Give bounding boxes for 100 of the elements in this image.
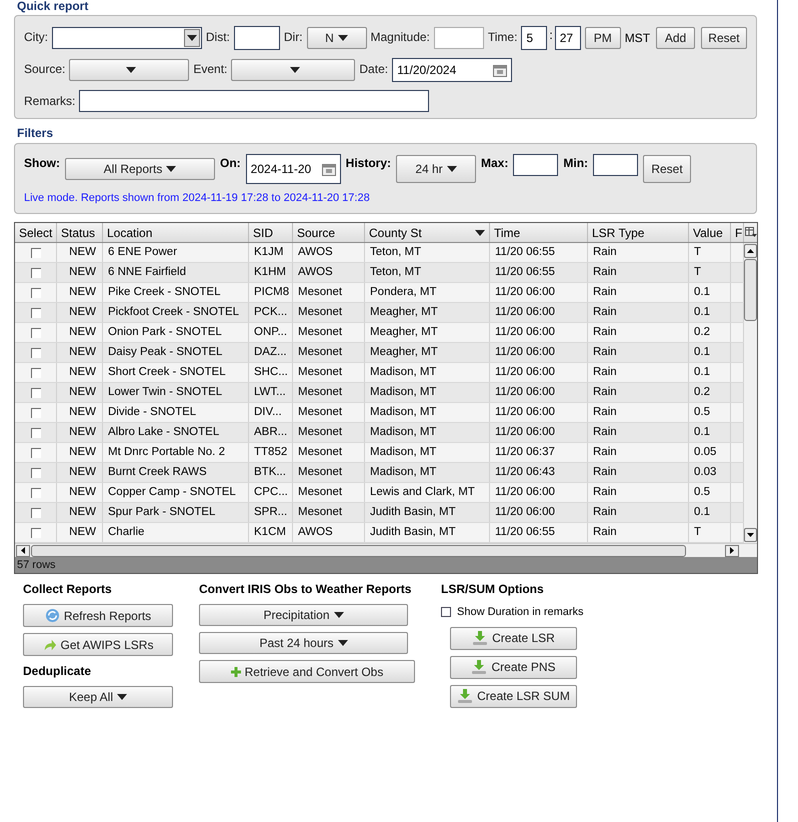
row-checkbox[interactable] bbox=[30, 268, 40, 278]
table-cell-text: T bbox=[694, 244, 702, 260]
dist-field[interactable] bbox=[234, 26, 280, 50]
table-row[interactable]: NEW Charlie K1CM AWOS Judith Basin, MT 11/20 06:55 Rain T bbox=[15, 523, 744, 543]
table-cell-text: Rain bbox=[593, 444, 617, 460]
add-button[interactable]: Add bbox=[656, 27, 695, 49]
date-field[interactable]: 2024-11-20 bbox=[246, 154, 341, 184]
magnitude-field[interactable] bbox=[434, 27, 484, 49]
create-button[interactable]: Create LSR bbox=[450, 626, 577, 650]
column-header[interactable]: Time bbox=[490, 223, 588, 242]
table-cell-text: 11/20 06:00 bbox=[495, 484, 555, 500]
reset-button[interactable]: Reset bbox=[701, 27, 747, 49]
table-row[interactable]: NEW Burnt Creek RAWS BTK... Mesonet Madison, MT 11/20 06:43 Rain 0.03 bbox=[15, 463, 744, 483]
ampm-button[interactable]: PM bbox=[584, 27, 621, 49]
row-checkbox[interactable] bbox=[30, 288, 40, 298]
city-combobox[interactable] bbox=[52, 27, 202, 49]
row-checkbox[interactable] bbox=[30, 308, 40, 318]
field-label: Magnitude: bbox=[370, 29, 430, 46]
create-button[interactable]: Create LSR SUM bbox=[450, 684, 577, 708]
field-label: City: bbox=[24, 29, 48, 46]
row-checkbox[interactable] bbox=[30, 428, 40, 438]
row-checkbox[interactable] bbox=[30, 348, 40, 358]
horizontal-scrollbar[interactable] bbox=[15, 543, 757, 557]
row-checkbox[interactable] bbox=[30, 448, 40, 458]
column-header[interactable]: F bbox=[731, 223, 744, 242]
row-checkbox[interactable] bbox=[30, 508, 40, 518]
row-checkbox[interactable] bbox=[30, 468, 40, 478]
table-cell-text: 0.1 bbox=[694, 424, 710, 440]
column-header[interactable]: LSR Type bbox=[588, 223, 689, 242]
scroll-up-icon[interactable] bbox=[747, 249, 754, 253]
table-cell-text: 11/20 06:00 bbox=[495, 284, 555, 300]
table-row[interactable]: NEW 6 NNE Fairfield K1HM AWOS Teton, MT 11/20 06:55 Rain T bbox=[15, 263, 744, 283]
vertical-scrollbar[interactable] bbox=[744, 243, 757, 543]
table-row[interactable]: NEW Pike Creek - SNOTEL PICM8 Mesonet Pondera, MT 11/20 06:00 Rain 0.1 bbox=[15, 283, 744, 303]
table-cell-text: Divide - SNOTEL bbox=[108, 404, 196, 420]
column-header[interactable]: Status bbox=[57, 223, 103, 242]
refresh-reports-button[interactable]: Refresh Reports bbox=[23, 604, 173, 627]
scroll-right-icon[interactable] bbox=[730, 547, 734, 554]
table-cell-text: 11/20 06:00 bbox=[495, 364, 555, 380]
table-row[interactable]: NEW Short Creek - SNOTEL SHC... Mesonet Madison, MT 11/20 06:00 Rain 0.1 bbox=[15, 363, 744, 383]
deduplicate-dropdown[interactable]: Keep All bbox=[23, 686, 173, 708]
get-awips-lsrs-button[interactable]: Get AWIPS LSRs bbox=[23, 633, 173, 656]
columns-menu-icon[interactable] bbox=[744, 227, 756, 238]
dropdown-button[interactable] bbox=[184, 29, 200, 47]
min-field[interactable] bbox=[593, 154, 638, 176]
table-row[interactable]: NEW Daisy Peak - SNOTEL DAZ... Mesonet Meagher, MT 11/20 06:00 Rain 0.1 bbox=[15, 343, 744, 363]
scrollbar-thumb[interactable] bbox=[31, 544, 686, 556]
field-label: History: bbox=[346, 155, 392, 172]
table-cell-text: DAZ... bbox=[254, 344, 287, 360]
table-row[interactable]: NEW Copper Camp - SNOTEL CPC... Mesonet Lewis and Clark, MT 11/20 06:00 Rain 0.5 bbox=[15, 483, 744, 503]
table-row[interactable]: NEW Pickfoot Creek - SNOTEL PCK... Mesonet Meagher, MT 11/20 06:00 Rain 0.1 bbox=[15, 303, 744, 323]
table-row[interactable]: NEW Albro Lake - SNOTEL ABR... Mesonet Madison, MT 11/20 06:00 Rain 0.1 bbox=[15, 423, 744, 443]
source-dropdown[interactable] bbox=[69, 59, 190, 81]
column-header[interactable]: County St bbox=[365, 223, 490, 242]
row-checkbox[interactable] bbox=[30, 388, 40, 398]
scrollbar-thumb[interactable] bbox=[744, 259, 757, 321]
table-cell-text: Daisy Peak - SNOTEL bbox=[108, 344, 222, 360]
history-dropdown[interactable]: 24 hr bbox=[396, 155, 476, 183]
table-row[interactable]: NEW Onion Park - SNOTEL ONP... Mesonet Meagher, MT 11/20 06:00 Rain 0.2 bbox=[15, 323, 744, 343]
checkbox[interactable] bbox=[441, 607, 451, 618]
table-row[interactable]: NEW Lower Twin - SNOTEL LWT... Mesonet Madison, MT 11/20 06:00 Rain 0.2 bbox=[15, 383, 744, 403]
table-row[interactable]: NEW Divide - SNOTEL DIV... Mesonet Madison, MT 11/20 06:00 Rain 0.5 bbox=[15, 403, 744, 423]
table-cell-text: 11/20 06:00 bbox=[495, 424, 555, 440]
reset-button[interactable]: Reset bbox=[643, 155, 692, 183]
scroll-down-icon[interactable] bbox=[747, 533, 754, 537]
row-checkbox[interactable] bbox=[30, 528, 40, 538]
hour-field[interactable]: 5 bbox=[521, 26, 548, 50]
remarks-field[interactable] bbox=[79, 90, 430, 112]
column-header[interactable]: Location bbox=[103, 223, 249, 242]
date-field[interactable]: 11/20/2024 bbox=[392, 58, 512, 82]
field-label: Remarks: bbox=[24, 93, 76, 110]
table-cell-text: AWOS bbox=[298, 524, 333, 540]
table-cell-text: NEW bbox=[69, 464, 96, 480]
minute-field[interactable]: 27 bbox=[554, 26, 581, 50]
period-dropdown[interactable]: Past 24 hours bbox=[199, 632, 408, 654]
table-row[interactable]: NEW Mt Dnrc Portable No. 2 TT852 Mesonet Madison, MT 11/20 06:37 Rain 0.05 bbox=[15, 443, 744, 463]
table-row[interactable]: NEW 6 ENE Power K1JM AWOS Teton, MT 11/20 06:55 Rain T bbox=[15, 243, 744, 263]
column-header[interactable]: Source bbox=[293, 223, 365, 242]
direction-dropdown[interactable]: N bbox=[306, 27, 366, 49]
show-dropdown[interactable]: All Reports bbox=[65, 158, 215, 180]
scroll-left-icon[interactable] bbox=[21, 547, 25, 554]
column-header[interactable]: SID bbox=[249, 223, 293, 242]
retrieve-convert-button[interactable]: Retrieve and Convert Obs bbox=[199, 660, 415, 683]
column-header[interactable]: Select bbox=[15, 223, 57, 242]
row-checkbox[interactable] bbox=[30, 248, 40, 258]
table-row[interactable]: NEW Spur Park - SNOTEL SPR... Mesonet Judith Basin, MT 11/20 06:00 Rain 0.1 bbox=[15, 503, 744, 523]
max-field[interactable] bbox=[513, 154, 558, 176]
event-dropdown[interactable] bbox=[231, 59, 356, 81]
row-checkbox[interactable] bbox=[30, 408, 40, 418]
table-cell-text: 0.1 bbox=[694, 504, 710, 520]
table-cell-text: Rain bbox=[593, 424, 617, 440]
table-cell-text: NEW bbox=[69, 384, 96, 400]
column-header[interactable]: Value bbox=[689, 223, 731, 242]
row-checkbox[interactable] bbox=[30, 368, 40, 378]
row-checkbox[interactable] bbox=[30, 328, 40, 338]
table-cell-text: AWOS bbox=[298, 264, 333, 280]
section-title: Convert IRIS Obs to Weather Reports bbox=[199, 581, 412, 598]
obs-type-dropdown[interactable]: Precipitation bbox=[199, 604, 408, 626]
create-button[interactable]: Create PNS bbox=[450, 656, 577, 678]
row-checkbox[interactable] bbox=[30, 488, 40, 498]
